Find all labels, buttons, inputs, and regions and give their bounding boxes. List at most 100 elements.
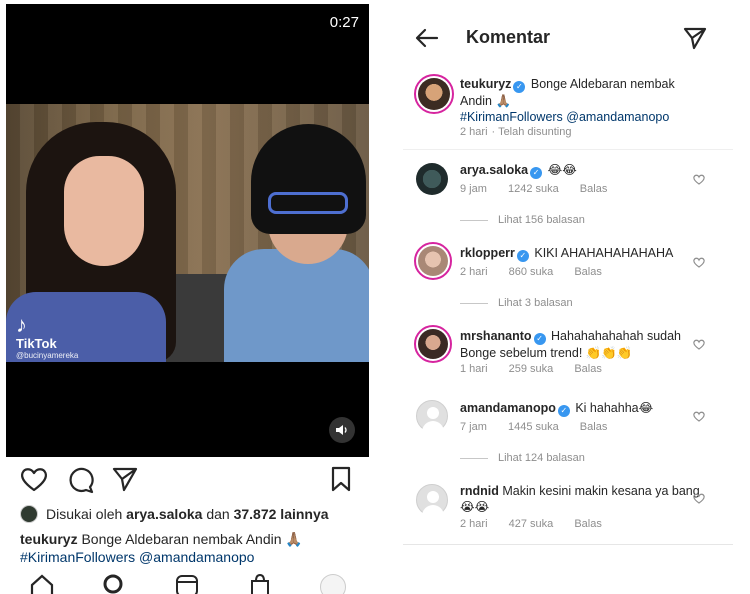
comment-username[interactable]: arya.saloka	[460, 163, 528, 177]
avatar-image	[418, 329, 448, 359]
shop-icon[interactable]	[248, 574, 272, 594]
reply-button[interactable]: Balas	[574, 363, 602, 375]
comment-3-meta: 1 hari 259 suka Balas	[460, 363, 620, 375]
caption-text: Bonge Aldebaran nembak Andin 🙏🏽	[81, 531, 303, 547]
bookmark-icon[interactable]	[330, 466, 352, 492]
video-time-remaining: 0:27	[329, 14, 359, 31]
comment-likes[interactable]: 1445 suka	[508, 421, 559, 433]
view-replies-2[interactable]: Lihat 3 balasan	[460, 297, 573, 309]
liked-by-count[interactable]: 37.872 lainnya	[234, 506, 329, 522]
tiktok-handle: @bucinyamereka	[16, 351, 79, 360]
comment-likes[interactable]: 1242 suka	[508, 183, 559, 195]
comment-time: 1 hari	[460, 363, 488, 375]
reels-icon[interactable]	[175, 574, 199, 594]
view-replies-label[interactable]: Lihat 156 balasan	[498, 214, 585, 226]
comment-username[interactable]: rndnid	[460, 484, 499, 498]
comment-like-heart-icon[interactable]	[693, 174, 705, 185]
liked-by-line: Disukai oleh arya.saloka dan 37.872 lain…	[20, 505, 329, 523]
liker-avatar[interactable]	[20, 505, 38, 523]
comment-4-meta: 7 jam 1445 suka Balas	[460, 421, 625, 433]
home-icon[interactable]	[30, 574, 54, 594]
bottom-nav	[0, 570, 378, 594]
verified-badge-icon: ✓	[533, 333, 546, 345]
comment-like-heart-icon[interactable]	[693, 411, 705, 422]
share-send-icon[interactable]	[112, 466, 138, 492]
volume-button[interactable]	[329, 417, 355, 443]
comment-time: 2 hari	[460, 266, 488, 278]
tiktok-brand: TikTok	[16, 336, 57, 351]
profile-avatar[interactable]	[320, 574, 346, 594]
comment-4: amandamanopo ✓ Ki hahahha😂	[460, 400, 705, 417]
comment-like-heart-icon[interactable]	[693, 339, 705, 350]
caption-comment-meta: 2 hari · Telah disunting	[460, 126, 572, 138]
view-replies-4[interactable]: Lihat 124 balasan	[460, 452, 585, 464]
comment-1: arya.saloka ✓ 😂😂	[460, 162, 705, 179]
video-person-boy-hair	[251, 124, 366, 234]
comment-2-meta: 2 hari 860 suka Balas	[460, 266, 620, 278]
caption-username[interactable]: teukuryz	[20, 531, 78, 547]
search-icon[interactable]	[103, 574, 127, 594]
replies-line	[460, 219, 488, 221]
video-person-boy-shirt	[224, 249, 369, 362]
liked-by-prefix: Disukai oleh	[46, 506, 123, 522]
avatar-comment-2[interactable]	[414, 242, 452, 280]
speaker-icon	[336, 425, 347, 435]
comment-tags[interactable]: #KirimanFollowers @amandamanopo	[460, 110, 669, 124]
comment-like-heart-icon[interactable]	[693, 493, 705, 504]
comment-5: rndnid Makin kesini makin kesana ya bang…	[460, 483, 705, 515]
comment-likes[interactable]: 860 suka	[509, 266, 554, 278]
reply-button[interactable]: Balas	[580, 421, 608, 433]
avatar-caption-author[interactable]	[414, 74, 454, 114]
comment-1-meta: 9 jam 1242 suka Balas	[460, 183, 625, 195]
avatar-image	[418, 78, 450, 110]
comments-header: Komentar	[403, 24, 733, 54]
reply-button[interactable]: Balas	[574, 518, 602, 530]
video-person-boy-glasses	[268, 192, 348, 214]
comment-time: 9 jam	[460, 183, 487, 195]
view-replies-1[interactable]: Lihat 156 balasan	[460, 214, 585, 226]
liked-by-user[interactable]: arya.saloka	[126, 506, 202, 522]
comment-text: Ki hahahha😂	[575, 401, 654, 415]
tiktok-logo-icon: ♪	[16, 312, 27, 337]
comment-status: Telah disunting	[498, 126, 572, 138]
video-frame: ♪ TikTok @bucinyamereka	[6, 104, 369, 362]
comment-username[interactable]: amandamanopo	[460, 401, 556, 415]
view-replies-label[interactable]: Lihat 3 balasan	[498, 297, 573, 309]
avatar-comment-4-default[interactable]	[416, 400, 448, 433]
comment-likes[interactable]: 259 suka	[509, 363, 554, 375]
comment-time: 7 jam	[460, 421, 487, 433]
comment-2: rklopperr ✓ KIKI AHAHAHAHAHAHA	[460, 245, 705, 262]
comment-likes[interactable]: 427 suka	[509, 518, 554, 530]
avatar-comment-3[interactable]	[414, 325, 452, 363]
post-caption: teukuryz Bonge Aldebaran nembak Andin 🙏🏽…	[20, 530, 350, 566]
caption-comment: teukuryz ✓ Bonge Aldebaran nembak Andin 🙏…	[460, 76, 705, 125]
caption-divider	[403, 149, 733, 150]
tiktok-watermark: ♪ TikTok @bucinyamereka	[16, 312, 79, 361]
like-heart-icon[interactable]	[20, 466, 48, 492]
comment-username[interactable]: rklopperr	[460, 246, 515, 260]
video-player[interactable]: 0:27 ♪ TikTok @bucinyamereka	[6, 4, 369, 457]
comment-text: KIKI AHAHAHAHAHAHA	[534, 246, 674, 260]
replies-line	[460, 302, 488, 304]
view-replies-label[interactable]: Lihat 124 balasan	[498, 452, 585, 464]
comments-panel: Komentar teukuryz ✓ Bonge Aldebaran nemba…	[403, 0, 733, 545]
back-arrow-icon[interactable]	[415, 28, 439, 48]
comment-like-heart-icon[interactable]	[693, 257, 705, 268]
replies-line	[460, 457, 488, 459]
avatar-image	[418, 246, 448, 276]
post-actions	[20, 466, 356, 494]
direct-send-icon[interactable]	[683, 26, 707, 50]
caption-tags[interactable]: #KirimanFollowers @amandamanopo	[20, 549, 254, 565]
comment-5-meta: 2 hari 427 suka Balas	[460, 518, 620, 530]
avatar-comment-1[interactable]	[416, 163, 448, 195]
verified-badge-icon: ✓	[557, 405, 570, 417]
reply-button[interactable]: Balas	[574, 266, 602, 278]
comment-username[interactable]: teukuryz	[460, 77, 511, 91]
avatar-comment-5-default[interactable]	[416, 484, 448, 517]
comment-username[interactable]: mrshananto	[460, 329, 532, 343]
verified-badge-icon: ✓	[513, 81, 526, 93]
reply-button[interactable]: Balas	[580, 183, 608, 195]
post-view: 0:27 ♪ TikTok @bucinyamereka Disukai ole…	[0, 0, 378, 594]
comment-icon[interactable]	[66, 466, 94, 494]
comment-time: 2 hari	[460, 518, 488, 530]
